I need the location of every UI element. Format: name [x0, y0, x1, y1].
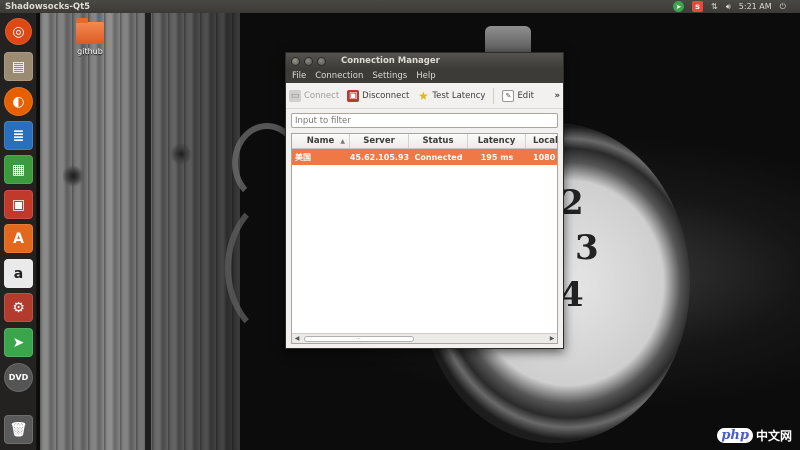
column-header-local[interactable]: Local — [526, 134, 558, 148]
firefox-icon[interactable]: ◐ — [4, 87, 33, 116]
sort-ascending-icon: ▲ — [340, 137, 345, 145]
system-settings-icon[interactable]: ⚙ — [4, 293, 33, 322]
column-header-label: Server — [363, 136, 395, 146]
disconnect-button[interactable]: ▣ Disconnect — [347, 89, 410, 102]
menu-help[interactable]: Help — [416, 71, 435, 81]
libreoffice-calc-icon[interactable]: ▦ — [4, 155, 33, 184]
maximize-icon[interactable] — [317, 56, 326, 66]
clock-digit: 3 — [575, 228, 599, 268]
filter-input[interactable] — [291, 113, 558, 128]
ubuntu-dash-icon[interactable]: ◎ — [5, 18, 32, 45]
table-header: Name ▲ Server Status Latency Local — [292, 134, 558, 149]
disconnect-icon: ▣ — [347, 89, 360, 102]
column-header-name[interactable]: Name ▲ — [292, 134, 350, 148]
watermark: php 中文网 — [717, 427, 792, 444]
column-header-server[interactable]: Server — [350, 134, 409, 148]
desktop-folder[interactable]: github — [73, 18, 107, 56]
menubar: File Connection Settings Help — [286, 69, 563, 83]
minimize-icon[interactable] — [304, 56, 313, 66]
top-panel: Shadowsocks-Qt5 ➤ s ⇅ 🔊︎ 5:21 AM ⏻ — [0, 0, 800, 13]
watermark-text: 中文网 — [755, 429, 792, 443]
toolbar-separator — [493, 87, 495, 104]
menu-file[interactable]: File — [292, 71, 306, 81]
edit-label: Edit — [517, 90, 534, 101]
scrollbar-thumb[interactable]: ⋯ — [304, 335, 414, 342]
test-latency-label: Test Latency — [432, 90, 486, 101]
telegram-icon[interactable]: ➤ — [673, 1, 685, 12]
telegram-launcher-icon[interactable]: ➤ — [4, 328, 33, 357]
amazon-icon[interactable]: a — [4, 259, 33, 288]
wallpaper-wood-knot — [60, 163, 86, 189]
active-app-title: Shadowsocks-Qt5 — [5, 1, 91, 12]
desktop-folder-label: github — [77, 47, 103, 56]
toolbar: ▭ Connect ▣ Disconnect ★ Test Latency ✎ … — [286, 83, 563, 109]
menu-connection[interactable]: Connection — [315, 71, 363, 81]
wallpaper-wood-beam — [40, 13, 240, 450]
edit-button[interactable]: ✎ Edit — [502, 89, 534, 102]
table-row[interactable]: 美国 45.62.105.93 Connected 195 ms 1080 — [292, 149, 557, 165]
column-header-label: Status — [422, 136, 454, 146]
connection-table: Name ▲ Server Status Latency Local 美国 45… — [291, 133, 558, 344]
trash-icon[interactable]: 🗑︎ — [4, 415, 33, 444]
connect-label: Connect — [304, 90, 340, 101]
folder-icon — [76, 18, 104, 44]
horizontal-scrollbar[interactable]: ◀ ⋯ ▶ — [292, 333, 557, 343]
cell-local: 1080 — [533, 152, 556, 162]
toolbar-overflow-button[interactable]: » — [555, 91, 564, 101]
window-title: Connection Manager — [341, 56, 440, 66]
dvd-icon[interactable]: DVD — [4, 363, 33, 392]
connection-manager-window: Connection Manager File Connection Setti… — [285, 52, 564, 349]
test-latency-button[interactable]: ★ Test Latency — [417, 88, 486, 103]
cell-latency: 195 ms — [480, 152, 514, 162]
column-header-latency[interactable]: Latency — [468, 134, 526, 148]
cell-name: 美国 — [295, 152, 311, 162]
column-header-status[interactable]: Status — [409, 134, 468, 148]
window-titlebar[interactable]: Connection Manager — [286, 53, 563, 69]
cell-status: Connected — [414, 152, 463, 162]
disconnect-label: Disconnect — [362, 90, 410, 101]
close-icon[interactable] — [291, 56, 300, 66]
menu-settings[interactable]: Settings — [372, 71, 407, 81]
scroll-left-icon[interactable]: ◀ — [292, 334, 302, 344]
watermark-logo: php — [717, 428, 753, 443]
star-icon: ★ — [418, 88, 429, 103]
libreoffice-impress-icon[interactable]: ▣ — [4, 190, 33, 219]
clock-label[interactable]: 5:21 AM — [739, 1, 772, 12]
column-header-label: Name — [306, 136, 335, 146]
scroll-right-icon[interactable]: ▶ — [547, 334, 557, 344]
shadowsocks-icon[interactable]: s — [692, 1, 704, 12]
indicator-area: ➤ s ⇅ 🔊︎ 5:21 AM ⏻ — [673, 1, 800, 12]
scrollbar-track[interactable]: ⋯ — [302, 335, 547, 342]
wallpaper-wood-knot — [170, 143, 192, 165]
connect-button[interactable]: ▭ Connect — [289, 89, 340, 102]
volume-icon[interactable]: 🔊︎ — [726, 1, 731, 12]
connect-icon: ▭ — [289, 89, 301, 102]
software-center-icon[interactable]: A — [4, 224, 33, 253]
network-icon[interactable]: ⇅ — [711, 1, 718, 12]
edit-icon: ✎ — [502, 89, 515, 102]
column-header-label: Local — [533, 136, 558, 146]
column-header-label: Latency — [477, 136, 516, 146]
files-icon[interactable]: ▤ — [4, 52, 33, 81]
power-icon[interactable]: ⏻ — [780, 1, 786, 12]
launcher: ◎ ▤ ◐ ≣ ▦ ▣ A a ⚙ ➤ DVD 🗑︎ — [0, 13, 37, 450]
wallpaper-wood-gap — [145, 13, 151, 450]
cell-server: 45.62.105.93 — [349, 152, 410, 162]
libreoffice-writer-icon[interactable]: ≣ — [4, 121, 33, 150]
